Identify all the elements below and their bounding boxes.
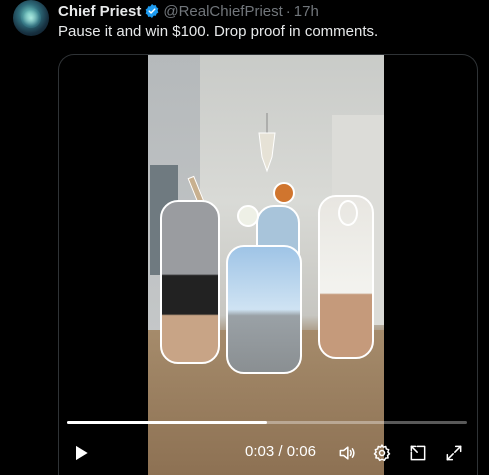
popout-button[interactable] — [406, 441, 430, 465]
play-button[interactable] — [69, 441, 93, 465]
basketball-shape — [273, 182, 295, 204]
chandelier-shape — [258, 113, 276, 173]
time-readout: 0:03 / 0:06 — [245, 443, 316, 460]
fullscreen-button[interactable] — [442, 441, 466, 465]
settings-button[interactable] — [370, 441, 394, 465]
person-outline-2 — [226, 245, 302, 374]
current-time: 0:03 — [245, 443, 275, 460]
author-handle[interactable]: @RealChiefPriest — [163, 3, 282, 20]
progress-bar[interactable] — [67, 421, 467, 424]
volume-button[interactable] — [335, 441, 359, 465]
volume-icon — [339, 446, 355, 460]
gear-icon — [373, 444, 391, 462]
avatar[interactable] — [13, 0, 49, 36]
popout-icon — [410, 445, 426, 461]
play-icon — [76, 445, 88, 461]
video-frame[interactable] — [148, 55, 384, 475]
duration: 0:06 — [286, 443, 316, 460]
avatar-glow — [21, 8, 41, 28]
video-controls: 0:03 / 0:06 — [59, 433, 477, 475]
verified-badge-icon — [146, 4, 159, 18]
progress-fill — [67, 421, 267, 424]
soccer-ball-shape — [237, 205, 259, 227]
author-name[interactable]: Chief Priest — [58, 3, 141, 20]
time-separator: / — [278, 443, 283, 460]
fullscreen-icon — [446, 445, 462, 461]
tweet-text: Pause it and win $100. Drop proof in com… — [58, 23, 379, 40]
racket-shape — [338, 200, 358, 226]
header-separator: · — [285, 2, 291, 20]
tweet-header: Chief Priest @RealChiefPriest · 17h — [58, 2, 319, 20]
video-player[interactable]: 0:03 / 0:06 — [58, 54, 478, 475]
tweet-timestamp[interactable]: 17h — [294, 3, 319, 20]
person-outline-1 — [160, 200, 220, 364]
